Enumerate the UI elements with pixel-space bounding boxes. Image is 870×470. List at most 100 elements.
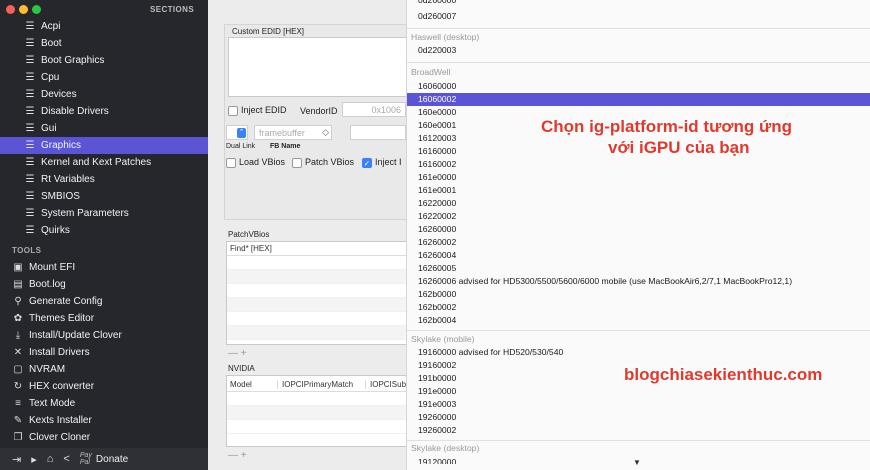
sidebar-item-label: SMBIOS xyxy=(41,191,80,202)
dropdown-option[interactable]: 19160002 xyxy=(418,359,456,372)
sidebar-item-label: Boot xyxy=(41,38,62,49)
minimize-window-button[interactable] xyxy=(19,5,28,14)
tool-kexts-installer[interactable]: ✎ Kexts Installer xyxy=(0,412,208,429)
zoom-window-button[interactable] xyxy=(32,5,41,14)
vendor-id-input[interactable]: 0x1006 xyxy=(342,102,406,117)
sidebar-item-cpu[interactable]: ☰ Cpu xyxy=(0,69,208,86)
checkbox-box xyxy=(228,105,238,116)
dropdown-option[interactable]: 0d260000 xyxy=(418,0,456,7)
dropdown-option[interactable]: 162b0002 xyxy=(418,301,456,314)
tool-nvram[interactable]: ▢ NVRAM xyxy=(0,361,208,378)
dropdown-option[interactable]: 16260000 xyxy=(418,223,456,236)
dropdown-option[interactable]: 16260002 xyxy=(418,236,456,249)
sidebar-item-boot[interactable]: ☰ Boot xyxy=(0,35,208,52)
load-vbios-checkbox[interactable]: Load VBios xyxy=(226,157,285,168)
nvidia-table[interactable]: Model IOPCIPrimaryMatch IOPCISubDe xyxy=(226,375,416,447)
dropdown-option[interactable]: 16260006 advised for HD5300/5500/5600/60… xyxy=(418,275,792,288)
patch-vbios-add-remove[interactable]: — + xyxy=(228,348,247,359)
dropdown-option[interactable]: 191e0000 xyxy=(418,385,456,398)
tool-generate-config[interactable]: ⚲ Generate Config xyxy=(0,293,208,310)
dropdown-option[interactable]: 16220002 xyxy=(418,210,456,223)
dropdown-option[interactable]: 162b0000 xyxy=(418,288,456,301)
dropdown-option[interactable]: 0d260007 xyxy=(418,10,456,23)
sidebar-item-acpi[interactable]: ☰ Acpi xyxy=(0,18,208,35)
tool-label: Install/Update Clover xyxy=(29,330,122,341)
tool-themes-editor[interactable]: ✿ Themes Editor xyxy=(0,310,208,327)
inject-checkbox[interactable]: ✓ Inject I xyxy=(362,157,402,168)
tool-clover-cloner[interactable]: ❐ Clover Cloner xyxy=(0,429,208,446)
dual-link-stepper[interactable]: ⌃ xyxy=(226,125,248,140)
patch-vbios-table[interactable]: Find* [HEX] xyxy=(226,241,414,345)
sidebar-item-gui[interactable]: ☰ Gui xyxy=(0,120,208,137)
sidebar-item-disable-drivers[interactable]: ☰ Disable Drivers xyxy=(0,103,208,120)
dropdown-option[interactable]: 161e0000 xyxy=(418,171,456,184)
home-icon[interactable]: ⌂ xyxy=(47,453,54,465)
sidebar-item-devices[interactable]: ☰ Devices xyxy=(0,86,208,103)
dropdown-option[interactable]: 16060000 xyxy=(418,80,456,93)
close-window-button[interactable] xyxy=(6,5,15,14)
inject-label: Inject I xyxy=(375,157,402,167)
checkmark-icon: ✓ xyxy=(362,157,372,168)
dropdown-option[interactable]: 16160002 xyxy=(418,158,456,171)
sidebar-item-quirks[interactable]: ☰ Quirks xyxy=(0,222,208,239)
tool-boot-log[interactable]: ▤ Boot.log xyxy=(0,276,208,293)
tool-install-update-clover[interactable]: ⤓ Install/Update Clover xyxy=(0,327,208,344)
dropdown-option-selected[interactable]: 16060002 xyxy=(418,93,456,106)
sidebar-item-graphics[interactable]: ☰ Graphics xyxy=(0,137,208,154)
tool-install-drivers[interactable]: ✕ Install Drivers xyxy=(0,344,208,361)
dropdown-option[interactable]: 162b0004 xyxy=(418,314,456,327)
table-rows xyxy=(227,392,413,434)
sidebar-item-system-parameters[interactable]: ☰ System Parameters xyxy=(0,205,208,222)
dropdown-option[interactable]: 0d220003 xyxy=(418,44,456,57)
group-header-haswell-desktop: Haswell (desktop) xyxy=(411,32,480,42)
checkbox-box xyxy=(226,157,236,168)
fb-name-input[interactable] xyxy=(350,125,406,140)
primary-match-column-header: IOPCIPrimaryMatch xyxy=(277,380,353,389)
nvidia-add-remove[interactable]: — + xyxy=(228,450,247,461)
dropdown-option[interactable]: 16260005 xyxy=(418,262,456,275)
list-icon: ☰ xyxy=(25,72,35,83)
separator xyxy=(407,28,870,29)
dropdown-option[interactable]: 160e0001 xyxy=(418,119,456,132)
dropdown-option[interactable]: 19120000 xyxy=(418,456,456,464)
download-icon: ⤓ xyxy=(15,330,21,341)
patch-vbios-checkbox[interactable]: Patch VBios xyxy=(292,157,354,168)
ig-platform-id-dropdown[interactable]: 0d260000 0d260007 Haswell (desktop) 0d22… xyxy=(406,0,870,470)
dropdown-option[interactable]: 160e0000 xyxy=(418,106,456,119)
tool-label: NVRAM xyxy=(29,364,66,375)
group-header-skylake-mobile: Skylake (mobile) xyxy=(411,334,475,344)
dropdown-option[interactable]: 16120003 xyxy=(418,132,456,145)
dropdown-option[interactable]: 16220000 xyxy=(418,197,456,210)
list-icon: ☰ xyxy=(25,55,35,66)
sidebar-item-rt-variables[interactable]: ☰ Rt Variables xyxy=(0,171,208,188)
sidebar-item-label: Boot Graphics xyxy=(41,55,105,66)
export-icon[interactable]: ⇥ xyxy=(12,453,21,466)
dropdown-option[interactable]: 161e0001 xyxy=(418,184,456,197)
tool-text-mode[interactable]: ≡ Text Mode xyxy=(0,395,208,412)
dropdown-option[interactable]: 191e0003 xyxy=(418,398,456,411)
dropdown-option[interactable]: 191b0000 xyxy=(418,372,456,385)
sidebar-item-kernel-and-kext-patches[interactable]: ☰ Kernel and Kext Patches xyxy=(0,154,208,171)
tool-label: Kexts Installer xyxy=(29,415,92,426)
custom-edid-textarea[interactable] xyxy=(228,37,408,97)
sidebar-item-label: Rt Variables xyxy=(41,174,95,185)
scroll-down-arrow-icon[interactable]: ▼ xyxy=(633,458,870,470)
dropdown-option[interactable]: 19260000 xyxy=(418,411,456,424)
sidebar-item-boot-graphics[interactable]: ☰ Boot Graphics xyxy=(0,52,208,69)
tool-hex-converter[interactable]: ↻ HEX converter xyxy=(0,378,208,395)
donate-button[interactable]: Pay Pal Donate xyxy=(80,452,128,466)
framebuffer-select[interactable]: framebuffer ◇ xyxy=(254,125,332,140)
custom-edid-label: Custom EDID [HEX] xyxy=(232,27,305,36)
tool-mount-efi[interactable]: ▣ Mount EFI xyxy=(0,259,208,276)
sidebar-item-smbios[interactable]: ☰ SMBIOS xyxy=(0,188,208,205)
open-file-icon[interactable]: ▸ xyxy=(31,453,37,466)
fb-name-label: FB Name xyxy=(270,143,301,150)
sidebar-item-label: Gui xyxy=(41,123,57,134)
dropdown-option[interactable]: 16160000 xyxy=(418,145,456,158)
dropdown-option[interactable]: 19260002 xyxy=(418,424,456,437)
dropdown-option[interactable]: 19160000 advised for HD520/530/540 xyxy=(418,346,563,359)
share-icon[interactable]: < xyxy=(63,453,69,465)
dropdown-option[interactable]: 16260004 xyxy=(418,249,456,262)
inject-edid-checkbox[interactable]: Inject EDID xyxy=(228,105,287,116)
list-icon: ☰ xyxy=(25,140,35,151)
